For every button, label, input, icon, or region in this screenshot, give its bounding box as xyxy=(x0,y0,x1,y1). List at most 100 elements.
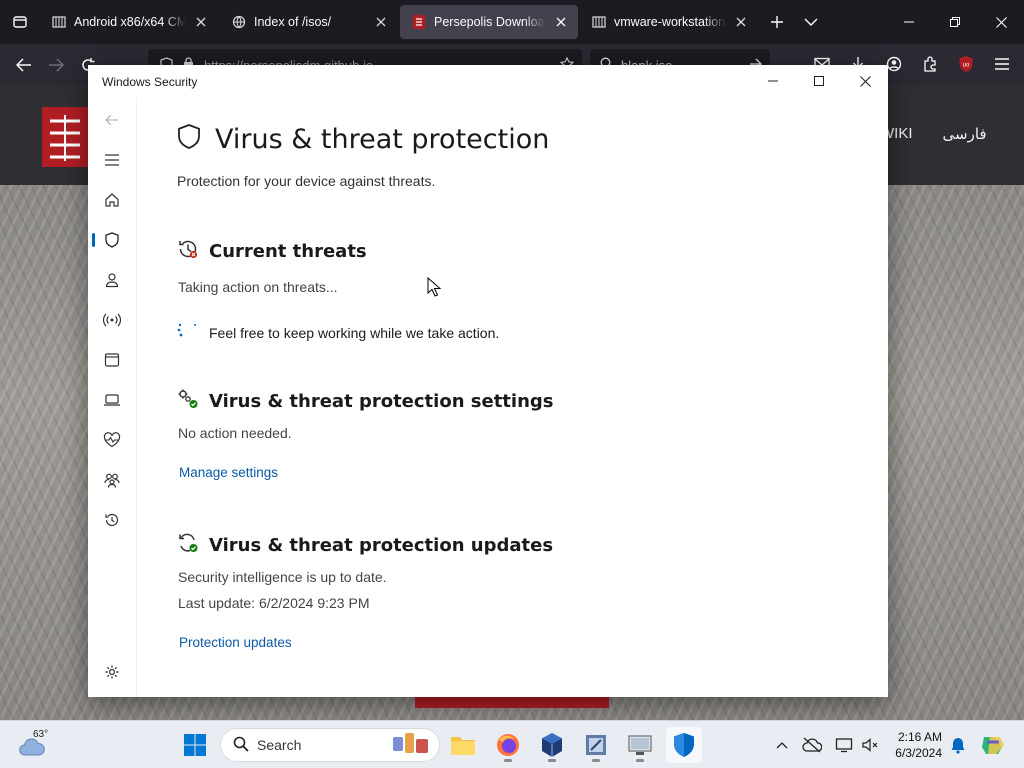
tab-label: Android x86/x64 CM 14.1 xyxy=(74,15,186,29)
page-header: Virus & threat protection xyxy=(177,123,549,156)
close-tab-icon[interactable] xyxy=(194,15,208,29)
minimize-icon[interactable] xyxy=(886,0,932,44)
start-button[interactable] xyxy=(177,727,213,763)
site-nav-persian[interactable]: فارسی xyxy=(943,125,987,143)
current-threats-title: Current threats xyxy=(209,241,367,262)
tab-persepolis[interactable]: Persepolis Download Manager xyxy=(400,5,578,39)
manage-settings-link[interactable]: Manage settings xyxy=(179,465,554,480)
restore-icon[interactable] xyxy=(932,0,978,44)
firefox-icon[interactable] xyxy=(490,727,526,763)
protection-settings-title: Virus & threat protection settings xyxy=(209,391,554,412)
window-controls xyxy=(750,65,888,97)
new-tab-button[interactable] xyxy=(760,5,794,39)
current-threats-section: Current threats Taking action on threats… xyxy=(177,238,499,344)
site-download-button[interactable] xyxy=(415,696,609,708)
page-title: Virus & threat protection xyxy=(215,124,550,155)
settings-gears-check-icon xyxy=(177,388,199,415)
weather-temp: 63° xyxy=(33,729,49,740)
action-progress-row: Feel free to keep working while we take … xyxy=(177,321,499,344)
sidebar-item-device-security[interactable] xyxy=(88,382,136,418)
hamburger-menu-icon[interactable] xyxy=(88,142,136,178)
app-window-icon xyxy=(104,353,120,367)
protection-updates-link[interactable]: Protection updates xyxy=(179,635,553,650)
home-icon xyxy=(105,193,119,207)
windows-security-window: Windows Security Virus & threat protecti… xyxy=(88,65,888,697)
copilot-icon[interactable] xyxy=(978,731,1008,759)
protection-settings-status: No action needed. xyxy=(178,425,292,441)
remote-desktop-icon[interactable] xyxy=(622,727,658,763)
extension-badge-text: uo xyxy=(963,63,970,69)
close-tab-icon[interactable] xyxy=(374,15,388,29)
security-main-content: Virus & threat protection Protection for… xyxy=(136,98,888,697)
mute-icon[interactable] xyxy=(858,731,882,759)
gear-icon xyxy=(105,665,119,679)
taskbar-clock[interactable]: 2:16 AM 6/3/2024 xyxy=(886,729,942,761)
virtualbox-icon[interactable] xyxy=(534,727,570,763)
laptop-icon xyxy=(104,394,120,406)
browser-tab-bar: Android x86/x64 CM 14.1 Index of /isos/ … xyxy=(0,0,1024,44)
back-arrow-icon[interactable] xyxy=(88,102,136,138)
close-tab-icon[interactable] xyxy=(734,15,748,29)
loading-spinner-icon xyxy=(177,321,197,344)
threat-history-icon xyxy=(177,238,199,265)
windows-security-taskbar-icon[interactable] xyxy=(666,727,702,763)
windows-taskbar: 63° Search 2:16 AM 6/3/2024 xyxy=(0,720,1024,768)
tab-label: vmware-workstation-4 xyxy=(614,15,726,29)
persepolis-logo[interactable] xyxy=(42,107,88,167)
protection-settings-section: Virus & threat protection settings No ac… xyxy=(177,388,554,480)
maximize-icon[interactable] xyxy=(796,65,842,97)
update-refresh-check-icon xyxy=(177,532,199,559)
sidebar-item-device-health[interactable] xyxy=(88,422,136,458)
mouse-cursor-icon xyxy=(427,276,442,302)
sidebar-item-history[interactable] xyxy=(88,502,136,538)
current-threats-status: Taking action on threats... xyxy=(178,279,338,295)
history-icon xyxy=(105,513,119,527)
search-icon xyxy=(233,736,249,755)
person-icon xyxy=(105,273,119,288)
sidebar-item-family[interactable] xyxy=(88,462,136,498)
extensions-icon[interactable] xyxy=(914,48,946,80)
archive-icon xyxy=(52,15,66,29)
protection-updates-status: Security intelligence is up to date. xyxy=(178,569,387,585)
firefox-view-icon[interactable] xyxy=(0,0,40,44)
minimize-icon[interactable] xyxy=(750,65,796,97)
chevron-down-icon[interactable] xyxy=(794,5,828,39)
display-icon[interactable] xyxy=(832,731,856,759)
sidebar-item-app-browser[interactable] xyxy=(88,342,136,378)
tab-android[interactable]: Android x86/x64 CM 14.1 xyxy=(40,5,218,39)
window-titlebar[interactable]: Windows Security xyxy=(88,65,888,98)
chevron-up-icon[interactable] xyxy=(770,731,794,759)
wireless-icon xyxy=(103,313,121,327)
forward-arrow-icon[interactable] xyxy=(40,49,72,81)
hamburger-menu-icon[interactable] xyxy=(986,48,1018,80)
vmware-icon[interactable] xyxy=(578,727,614,763)
taskbar-search[interactable]: Search xyxy=(220,728,440,762)
window-title: Windows Security xyxy=(102,75,198,89)
shield-icon xyxy=(177,123,201,156)
sidebar-item-settings[interactable] xyxy=(88,654,136,690)
cloud-offline-icon[interactable] xyxy=(800,731,824,759)
clock-time: 2:16 AM xyxy=(897,730,942,744)
notification-bell-icon[interactable] xyxy=(946,731,970,759)
back-arrow-icon[interactable] xyxy=(8,49,40,81)
tab-index-isos[interactable]: Index of /isos/ xyxy=(220,5,398,39)
windows-logo-icon xyxy=(184,734,206,756)
security-sidebar xyxy=(88,98,136,697)
sidebar-item-account[interactable] xyxy=(88,262,136,298)
ublock-origin-icon[interactable]: uo xyxy=(950,48,982,80)
close-icon[interactable] xyxy=(842,65,888,97)
taskbar-search-placeholder: Search xyxy=(257,737,302,753)
sidebar-item-home[interactable] xyxy=(88,182,136,218)
tab-label: Persepolis Download Manager xyxy=(434,15,546,29)
file-explorer-icon[interactable] xyxy=(445,727,481,763)
globe-icon xyxy=(232,15,246,29)
sidebar-item-virus-protection[interactable] xyxy=(88,222,136,258)
close-tab-icon[interactable] xyxy=(554,15,568,29)
tab-vmware[interactable]: vmware-workstation-4 xyxy=(580,5,758,39)
family-icon xyxy=(104,473,120,488)
clock-date: 6/3/2024 xyxy=(895,746,942,760)
heart-pulse-icon xyxy=(103,432,121,448)
close-icon[interactable] xyxy=(978,0,1024,44)
sidebar-item-firewall[interactable] xyxy=(88,302,136,338)
current-threats-message: Feel free to keep working while we take … xyxy=(209,324,500,341)
